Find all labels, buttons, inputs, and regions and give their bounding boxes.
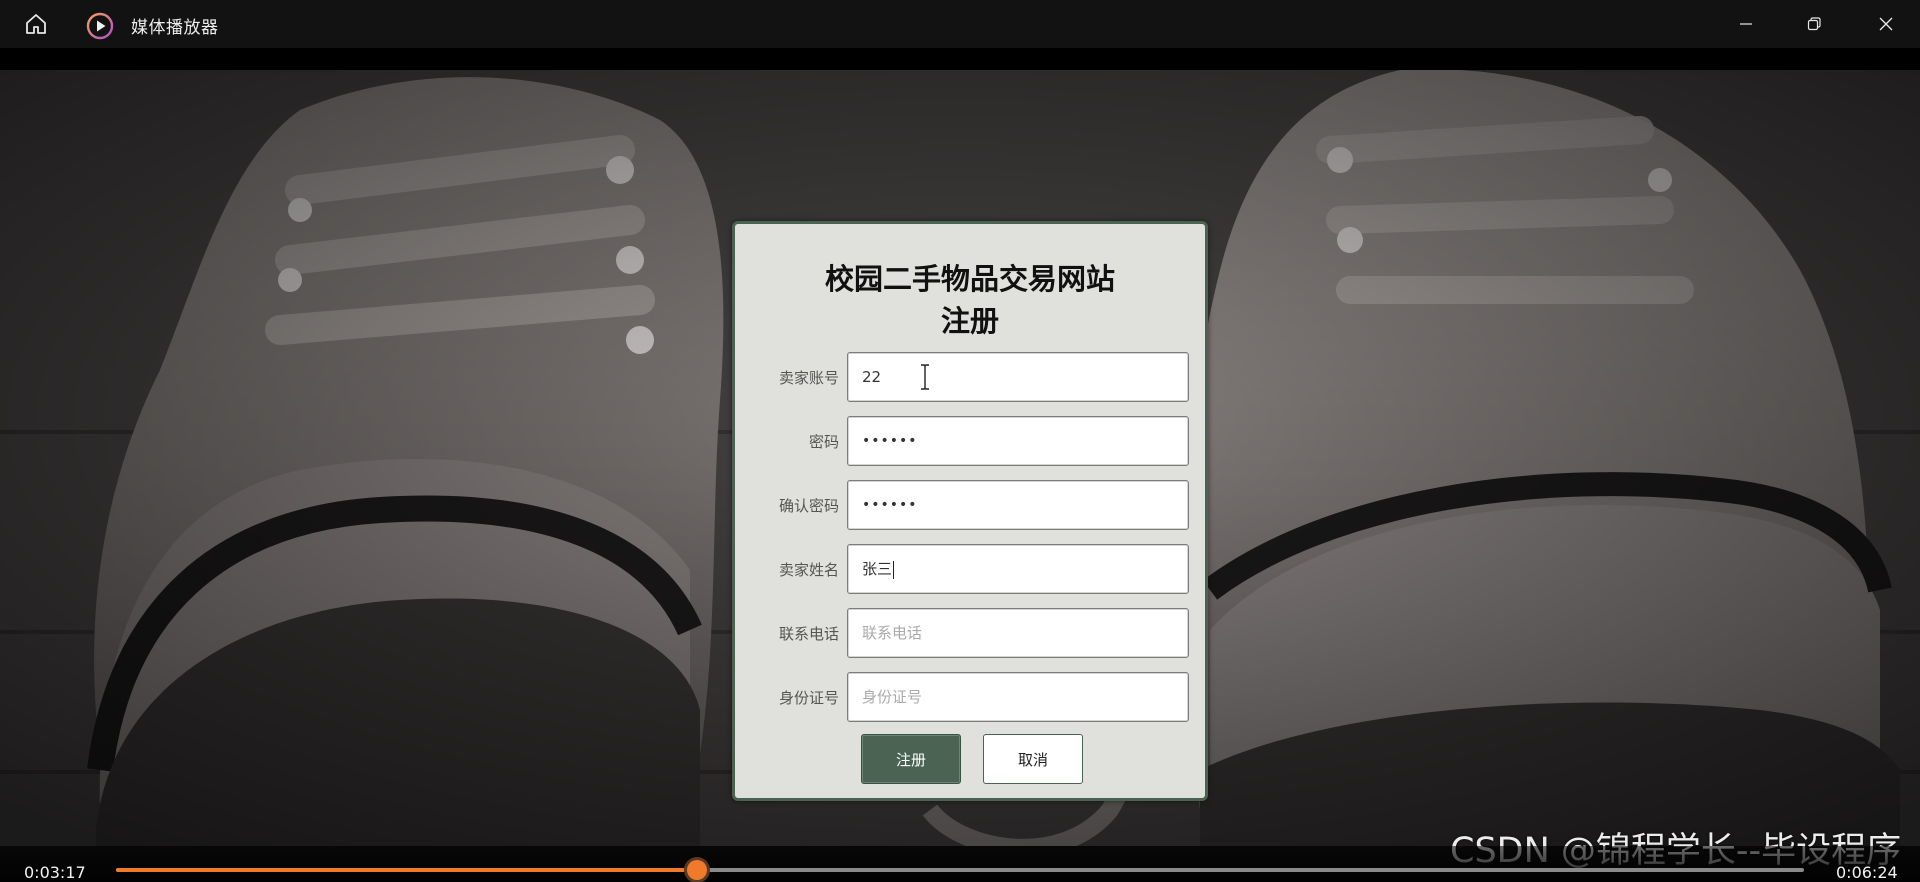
password-row: 密码 •••••• — [735, 416, 1205, 466]
register-form-card: 校园二手物品交易网站 注册 卖家账号 22 密码 •••••• 确认密码 •••… — [732, 221, 1208, 801]
id-number-input[interactable]: 身份证号 — [847, 672, 1189, 722]
seller-account-input[interactable]: 22 — [847, 352, 1189, 402]
seek-bar[interactable] — [116, 860, 1804, 880]
register-button[interactable]: 注册 — [861, 734, 961, 784]
play-circle-icon — [86, 12, 114, 40]
seek-thumb[interactable] — [686, 860, 707, 880]
password-label: 密码 — [808, 433, 839, 451]
contact-phone-input[interactable]: 联系电话 — [847, 608, 1189, 658]
id-number-row: 身份证号 身份证号 — [735, 672, 1205, 722]
seek-bar-fill — [116, 868, 697, 872]
seller-name-row: 卖家姓名 张三 — [735, 544, 1205, 594]
seller-account-row: 卖家账号 22 — [735, 352, 1205, 402]
form-title: 校园二手物品交易网站 — [824, 262, 1115, 296]
minimize-button[interactable] — [1712, 0, 1780, 48]
current-time: 0:03:17 — [24, 863, 86, 882]
seller-name-input[interactable]: 张三 — [847, 544, 1189, 594]
restore-button[interactable] — [1780, 0, 1848, 48]
password-input[interactable]: •••••• — [847, 416, 1189, 466]
restore-icon — [1807, 17, 1821, 31]
home-icon — [26, 14, 46, 34]
confirm-password-input[interactable]: •••••• — [847, 480, 1189, 530]
contact-phone-label: 联系电话 — [778, 625, 839, 643]
seller-name-label: 卖家姓名 — [778, 561, 839, 579]
playback-bar: 0:03:17 0:06:24 — [0, 846, 1920, 882]
seller-name-value: 张三 — [862, 560, 893, 578]
title-bar: 媒体播放器 — [0, 0, 1920, 48]
seller-account-label: 卖家账号 — [778, 369, 839, 387]
total-time: 0:06:24 — [1836, 863, 1898, 882]
home-button[interactable] — [18, 10, 54, 38]
confirm-password-row: 确认密码 •••••• — [735, 480, 1205, 530]
window-title: 媒体播放器 — [131, 18, 219, 38]
text-caret — [893, 560, 895, 579]
id-number-label: 身份证号 — [778, 689, 839, 707]
cancel-button[interactable]: 取消 — [983, 734, 1083, 784]
minimize-icon — [1740, 23, 1752, 25]
close-button[interactable] — [1852, 0, 1920, 48]
confirm-password-label: 确认密码 — [778, 497, 839, 515]
letterbox-bar — [0, 48, 1920, 70]
media-player-window: 媒体播放器 校园二手物品交易网站 注册 卖家账号 22 密码 •••••• 确认… — [0, 0, 1920, 882]
form-subtitle: 注册 — [940, 304, 999, 338]
ibeam-cursor-icon — [921, 364, 929, 390]
contact-phone-row: 联系电话 联系电话 — [735, 608, 1205, 658]
close-icon — [1879, 17, 1893, 31]
